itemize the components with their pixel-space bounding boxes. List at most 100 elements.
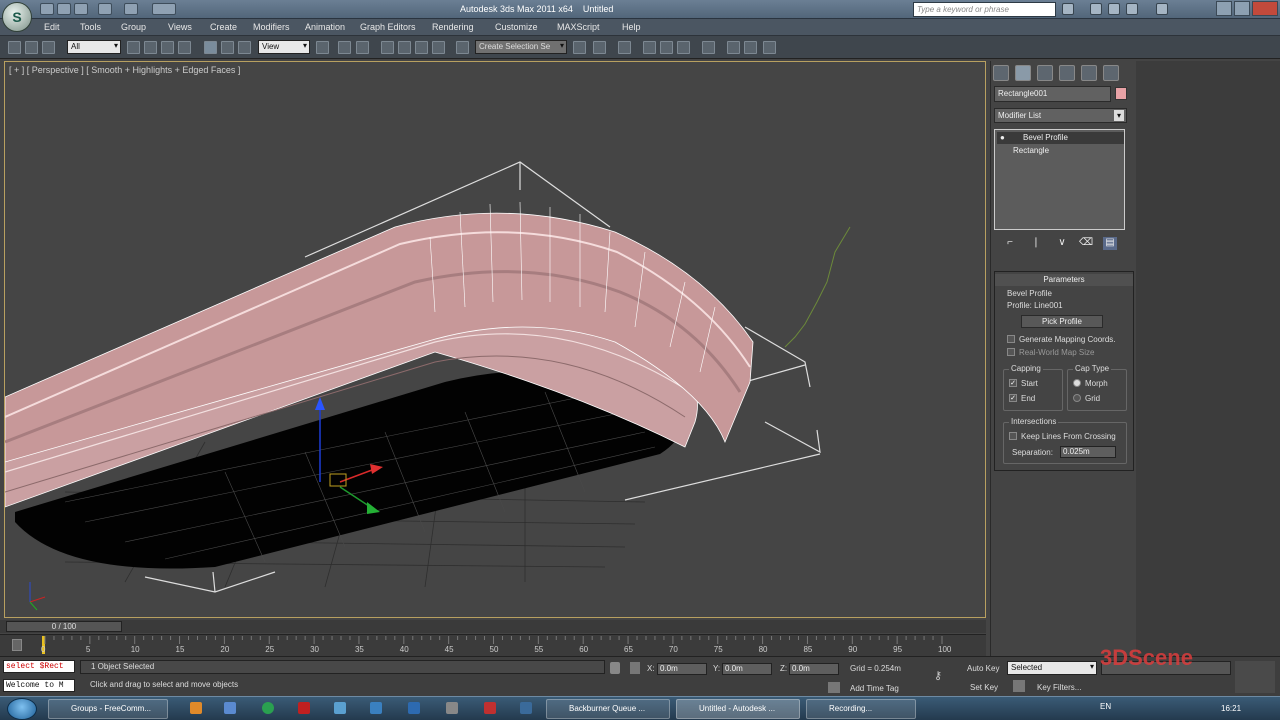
app-menu-icon[interactable]: S: [2, 2, 32, 32]
task-recording[interactable]: Recording...: [806, 699, 916, 719]
parameters-rollout-title[interactable]: Parameters: [995, 274, 1133, 286]
schematic-view-icon[interactable]: [677, 41, 690, 54]
stack-item-bevel-profile[interactable]: ● Bevel Profile: [997, 132, 1124, 144]
maximize-button[interactable]: [1234, 1, 1250, 16]
app-icon-red[interactable]: [298, 702, 310, 714]
object-color-swatch[interactable]: [1115, 87, 1127, 100]
cap-start-checkbox[interactable]: ✓: [1009, 379, 1017, 387]
select-by-name-icon[interactable]: [144, 41, 157, 54]
undo-icon[interactable]: [98, 3, 112, 15]
utilities-tab-icon[interactable]: [1103, 65, 1119, 81]
viewport-label[interactable]: [ + ] [ Perspective ] [ Smooth + Highlig…: [9, 65, 240, 75]
snaps-toggle-icon[interactable]: [381, 41, 394, 54]
material-editor-icon[interactable]: [702, 41, 715, 54]
selection-filter-dropdown[interactable]: All: [67, 40, 121, 54]
key-selection-dropdown[interactable]: Selected: [1007, 661, 1097, 675]
menu-tools[interactable]: Tools: [80, 22, 101, 32]
select-object-icon[interactable]: [127, 41, 140, 54]
rendered-frame-icon[interactable]: [744, 41, 757, 54]
edit-named-sel-icon[interactable]: [456, 41, 469, 54]
keep-lines-checkbox[interactable]: [1009, 432, 1017, 440]
key-mode-icon[interactable]: [1013, 680, 1025, 692]
object-name-field[interactable]: Rectangle001: [994, 86, 1111, 102]
create-tab-icon[interactable]: [993, 65, 1009, 81]
separation-spinner[interactable]: 0.025m: [1060, 446, 1116, 458]
window-crossing-icon[interactable]: [178, 41, 191, 54]
ref-coord-dropdown[interactable]: View: [258, 40, 310, 54]
named-selection-dropdown[interactable]: Create Selection Se: [475, 40, 567, 54]
key-icon[interactable]: ⚷: [934, 669, 956, 682]
auto-key-button[interactable]: Auto Key: [967, 664, 999, 673]
rect-region-icon[interactable]: [161, 41, 174, 54]
help-icon[interactable]: [1156, 3, 1168, 15]
keyboard-shortcut-icon[interactable]: [356, 41, 369, 54]
configure-sets-icon[interactable]: ▤: [1103, 237, 1117, 250]
search-input[interactable]: Type a keyword or phrase: [913, 2, 1056, 17]
clock[interactable]: 16:21: [1221, 704, 1241, 713]
add-time-tag-button[interactable]: Add Time Tag: [850, 684, 899, 693]
link-icon[interactable]: [8, 41, 21, 54]
lock-selection-icon[interactable]: [610, 662, 620, 674]
render-setup-icon[interactable]: [727, 41, 740, 54]
time-tag-icon[interactable]: [828, 682, 840, 693]
task-3dsmax[interactable]: Untitled - Autodesk ...: [676, 699, 800, 719]
select-move-icon[interactable]: [204, 41, 217, 54]
bind-space-warp-icon[interactable]: [42, 41, 55, 54]
app-icon-ie[interactable]: [370, 702, 382, 714]
select-manipulate-icon[interactable]: [338, 41, 351, 54]
z-coord-field[interactable]: 0.0m: [789, 663, 839, 675]
show-end-result-icon[interactable]: ❘: [1029, 237, 1043, 250]
task-groups[interactable]: Groups - FreeComm...: [48, 699, 168, 719]
remove-modifier-icon[interactable]: ⌫: [1079, 237, 1093, 250]
pivot-center-icon[interactable]: [316, 41, 329, 54]
search-icon[interactable]: [1062, 3, 1074, 15]
menu-create[interactable]: Create: [210, 22, 237, 32]
y-coord-field[interactable]: 0.0m: [722, 663, 772, 675]
app-icon-word[interactable]: [408, 702, 420, 714]
track-bar[interactable]: 0 5 10 15 20 25 30 35 40 45 50 55 60 65 70 75 80 85 90 95 10…: [0, 634, 986, 656]
select-rotate-icon[interactable]: [221, 41, 234, 54]
open-file-icon[interactable]: [57, 3, 71, 15]
menu-rendering[interactable]: Rendering: [432, 22, 474, 32]
spinner-snap-icon[interactable]: [432, 41, 445, 54]
minimize-button[interactable]: [1216, 1, 1232, 16]
menu-animation[interactable]: Animation: [305, 22, 345, 32]
start-button[interactable]: [7, 698, 37, 720]
key-filters-button[interactable]: Key Filters...: [1037, 683, 1081, 692]
make-unique-icon[interactable]: ∨: [1055, 237, 1069, 250]
menu-views[interactable]: Views: [168, 22, 192, 32]
menu-graph-editors[interactable]: Graph Editors: [360, 22, 416, 32]
x-coord-field[interactable]: 0.0m: [657, 663, 707, 675]
menu-help[interactable]: Help: [622, 22, 641, 32]
language-indicator[interactable]: EN: [1100, 702, 1111, 711]
motion-tab-icon[interactable]: [1059, 65, 1075, 81]
layer-manager-icon[interactable]: [618, 41, 631, 54]
task-backburner[interactable]: Backburner Queue ...: [546, 699, 670, 719]
angle-snap-icon[interactable]: [398, 41, 411, 54]
modify-tab-icon[interactable]: [1015, 65, 1031, 81]
favorites-icon[interactable]: [1126, 3, 1138, 15]
curve-editor-icon[interactable]: [660, 41, 673, 54]
hierarchy-tab-icon[interactable]: [1037, 65, 1053, 81]
pin-stack-icon[interactable]: ⌐: [1003, 237, 1017, 250]
render-production-icon[interactable]: [763, 41, 776, 54]
percent-snap-icon[interactable]: [415, 41, 428, 54]
absolute-mode-icon[interactable]: [630, 662, 640, 674]
perspective-viewport[interactable]: [ + ] [ Perspective ] [ Smooth + Highlig…: [4, 61, 986, 618]
maxscript-listener-line1[interactable]: select $Rect: [3, 660, 75, 673]
menu-modifiers[interactable]: Modifiers: [253, 22, 290, 32]
new-file-icon[interactable]: [40, 3, 54, 15]
modifier-list-dropdown[interactable]: Modifier List ▾: [994, 108, 1127, 123]
menu-customize[interactable]: Customize: [495, 22, 538, 32]
set-key-button[interactable]: Set Key: [970, 683, 998, 692]
cap-end-checkbox[interactable]: ✓: [1009, 394, 1017, 402]
mirror-icon[interactable]: [573, 41, 586, 54]
lightbulb-icon[interactable]: ●: [1000, 132, 1005, 144]
app-icon-gray[interactable]: [446, 702, 458, 714]
align-icon[interactable]: [593, 41, 606, 54]
maxscript-listener-line2[interactable]: Welcome to M: [3, 679, 75, 692]
app-icon-folder[interactable]: [520, 702, 532, 714]
real-world-checkbox[interactable]: [1007, 348, 1015, 356]
communication-icon[interactable]: [1108, 3, 1120, 15]
display-tab-icon[interactable]: [1081, 65, 1097, 81]
